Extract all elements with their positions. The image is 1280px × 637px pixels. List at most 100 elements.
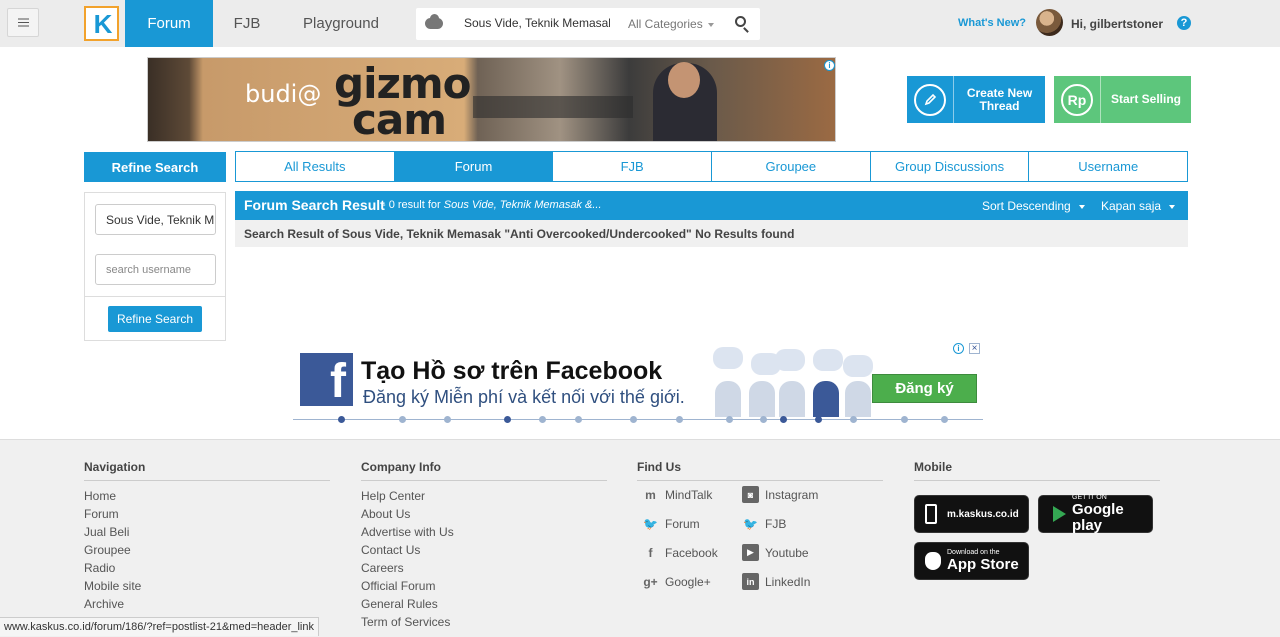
- footer-link-help-center[interactable]: Help Center: [361, 487, 607, 505]
- pencil-icon: [907, 76, 954, 123]
- start-selling-label: Start Selling: [1110, 92, 1181, 106]
- sort-dropdown[interactable]: Sort Descending: [982, 199, 1085, 213]
- footer-link-archive[interactable]: Archive: [84, 595, 330, 613]
- search-bar: All Categories: [416, 8, 760, 40]
- tab-username[interactable]: Username: [1029, 152, 1187, 181]
- signup-button[interactable]: Đăng ký: [872, 374, 977, 403]
- social-label: FJB: [765, 516, 787, 531]
- tab-all-results[interactable]: All Results: [236, 152, 395, 181]
- sort-label: Sort Descending: [982, 199, 1071, 213]
- social-fjb-twitter[interactable]: 🐦 FJB: [742, 515, 786, 532]
- google-plus-icon: g+: [643, 574, 658, 589]
- footer-link-contact-us[interactable]: Contact Us: [361, 541, 607, 559]
- tab-forum[interactable]: Forum: [394, 152, 554, 181]
- app-store-badge[interactable]: Download on the App Store: [914, 542, 1029, 580]
- kaskus-logo[interactable]: K: [84, 6, 119, 41]
- footer-link-general-rules[interactable]: General Rules: [361, 595, 607, 613]
- ad-brand-name: gizmo cam: [334, 63, 472, 141]
- social-instagram[interactable]: ◙ Instagram: [742, 486, 818, 503]
- footer-link-forum[interactable]: Forum: [84, 505, 330, 523]
- social-label: Google+: [665, 574, 711, 589]
- google-play-badge[interactable]: GET IT ON Google play: [1038, 494, 1153, 534]
- whats-new-link[interactable]: What's New?: [958, 17, 1026, 29]
- time-dropdown[interactable]: Kapan saja: [1101, 199, 1176, 213]
- menu-icon[interactable]: [7, 8, 39, 37]
- social-google-plus[interactable]: g+ Google+: [642, 573, 711, 590]
- search-input[interactable]: [464, 16, 610, 30]
- refine-search-button[interactable]: Refine Search: [108, 306, 202, 332]
- footer-link-groupee[interactable]: Groupee: [84, 541, 330, 559]
- adchoices-icon[interactable]: i: [824, 60, 835, 71]
- chevron-down-icon[interactable]: [708, 23, 714, 27]
- phone-icon: [925, 504, 937, 524]
- mobile-site-badge[interactable]: m.kaskus.co.id: [914, 495, 1029, 533]
- social-forum-twitter[interactable]: 🐦 Forum: [642, 515, 700, 532]
- footer-mobile: Mobile: [914, 460, 1160, 487]
- tab-groupee[interactable]: Groupee: [712, 152, 871, 181]
- footer-link-about-us[interactable]: About Us: [361, 505, 607, 523]
- footer-link-home[interactable]: Home: [84, 487, 330, 505]
- footer-navigation: Navigation Home Forum Jual Beli Groupee …: [84, 460, 330, 613]
- footer-heading: Company Info: [361, 460, 607, 481]
- create-thread-button[interactable]: Create New Thread: [907, 76, 1045, 123]
- result-count: - 0 result for Sous Vide, Teknik Memasak…: [382, 199, 602, 211]
- footer-link-advertise[interactable]: Advertise with Us: [361, 523, 607, 541]
- youtube-icon: ▶: [742, 544, 759, 561]
- ad-shelf-image: [473, 96, 633, 118]
- footer-link-radio[interactable]: Radio: [84, 559, 330, 577]
- social-label: Forum: [665, 516, 700, 531]
- tab-fjb[interactable]: FJB: [553, 152, 713, 181]
- nav-tab-fjb[interactable]: FJB: [213, 0, 281, 47]
- footer-link-jual-beli[interactable]: Jual Beli: [84, 523, 330, 541]
- social-mindtalk[interactable]: m MindTalk: [642, 486, 712, 503]
- ad-title: Tạo Hồ sơ trên Facebook: [361, 357, 663, 385]
- adchoices-icon[interactable]: i: [953, 343, 964, 354]
- start-selling-button[interactable]: Rp Start Selling: [1054, 76, 1191, 123]
- keyword-field[interactable]: Sous Vide, Teknik M: [95, 204, 216, 235]
- result-title: Forum Search Result: [244, 197, 385, 213]
- divider: [85, 296, 225, 297]
- top-navbar: K Forum FJB Playground All Categories Wh…: [0, 0, 1280, 47]
- social-facebook[interactable]: f Facebook: [642, 544, 718, 561]
- search-icon[interactable]: [735, 16, 746, 27]
- help-icon[interactable]: ?: [1177, 16, 1191, 30]
- close-icon[interactable]: ×: [969, 343, 980, 354]
- footer-company: Company Info Help Center About Us Advert…: [361, 460, 607, 631]
- footer: Navigation Home Forum Jual Beli Groupee …: [0, 439, 1280, 637]
- footer-link-careers[interactable]: Careers: [361, 559, 607, 577]
- username-field[interactable]: search username: [95, 254, 216, 285]
- top-banner-ad[interactable]: budi@ gizmo cam i: [147, 57, 836, 142]
- user-greeting[interactable]: Hi, gilbertstoner: [1071, 17, 1163, 31]
- app-store-big: App Store: [947, 556, 1019, 573]
- tab-group-discussions[interactable]: Group Discussions: [871, 152, 1030, 181]
- create-thread-label-1: Create New: [966, 85, 1033, 100]
- refine-search-panel: Sous Vide, Teknik M search username Refi…: [84, 192, 226, 341]
- footer-heading: Find Us: [637, 460, 883, 481]
- chevron-down-icon: [1078, 204, 1085, 209]
- nav-tab-forum[interactable]: Forum: [125, 0, 213, 47]
- people-illustration: [713, 345, 873, 417]
- facebook-icon: f: [648, 545, 653, 560]
- ad-subtitle: Đăng ký Miễn phí và kết nối với thế giới…: [363, 387, 685, 407]
- social-label: Instagram: [765, 487, 819, 502]
- footer-find-us: Find Us: [637, 460, 883, 487]
- mobile-site-label: m.kaskus.co.id: [947, 508, 1019, 520]
- category-select[interactable]: All Categories: [628, 17, 703, 31]
- refine-search-header: Refine Search: [84, 152, 226, 182]
- social-youtube[interactable]: ▶ Youtube: [742, 544, 809, 561]
- footer-link-mobile-site[interactable]: Mobile site: [84, 577, 330, 595]
- nav-tab-playground[interactable]: Playground: [281, 0, 401, 47]
- rupiah-icon: Rp: [1054, 76, 1101, 123]
- result-tabs: All Results Forum FJB Groupee Group Disc…: [235, 151, 1188, 182]
- facebook-ad[interactable]: f Tạo Hồ sơ trên Facebook Đăng ký Miễn p…: [293, 341, 983, 423]
- social-label: Youtube: [765, 545, 809, 560]
- footer-link-terms[interactable]: Term of Services: [361, 613, 607, 631]
- twitter-icon: 🐦: [643, 516, 658, 531]
- social-linkedin[interactable]: in LinkedIn: [742, 573, 810, 590]
- footer-link-official-forum[interactable]: Official Forum: [361, 577, 607, 595]
- avatar[interactable]: [1036, 9, 1063, 36]
- time-label: Kapan saja: [1101, 199, 1162, 213]
- social-label: Facebook: [665, 545, 718, 560]
- browser-status-url: www.kaskus.co.id/forum/186/?ref=postlist…: [0, 617, 319, 636]
- chat-bubble-icon: [425, 14, 443, 29]
